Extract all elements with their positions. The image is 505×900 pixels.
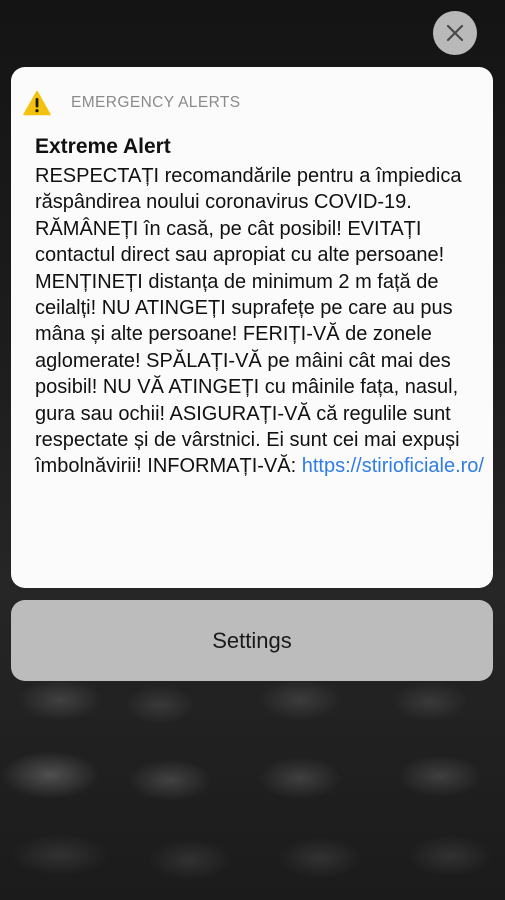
settings-label: Settings — [212, 627, 292, 653]
settings-button[interactable]: Settings — [11, 600, 493, 681]
close-icon — [446, 24, 464, 42]
alert-header: EMERGENCY ALERTS — [23, 89, 241, 117]
alert-message: RESPECTAȚI recomandările pentru a împied… — [35, 163, 485, 480]
alert-link[interactable]: https://stirioficiale.ro/ — [302, 455, 484, 477]
dismiss-button[interactable] — [433, 11, 477, 55]
alert-body-text: RESPECTAȚI recomandările pentru a împied… — [35, 165, 462, 478]
alert-title: Extreme Alert — [35, 135, 171, 158]
alert-app-name: EMERGENCY ALERTS — [71, 94, 241, 111]
warning-icon — [23, 90, 51, 116]
emergency-alert-card[interactable]: EMERGENCY ALERTS Extreme Alert RESPECTAȚ… — [11, 67, 493, 588]
